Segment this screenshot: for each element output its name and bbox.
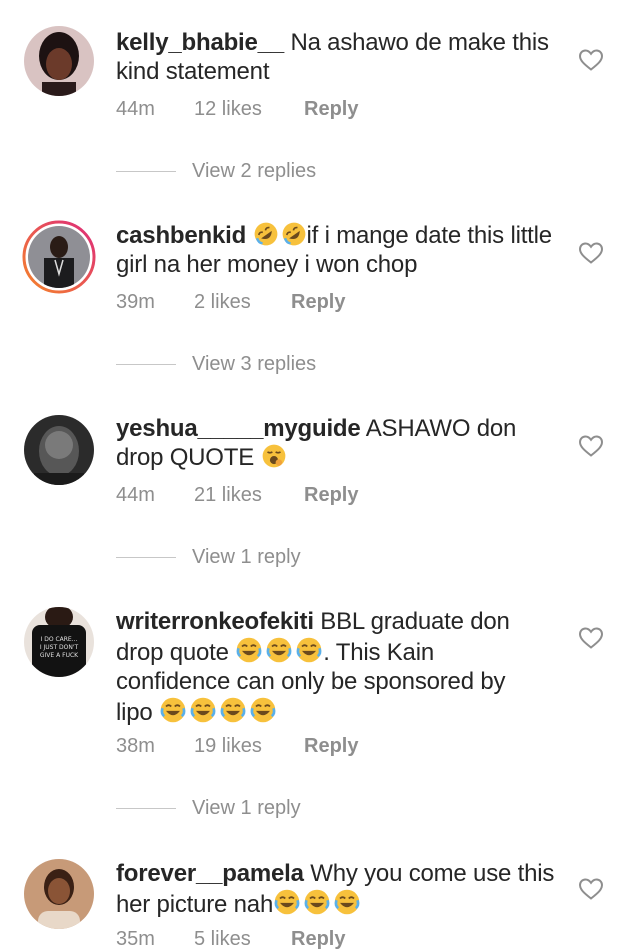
yawning-face-emoji-icon xyxy=(261,443,287,469)
comment-time: 35m xyxy=(116,928,155,950)
shirt-print: GIVE A FUCK xyxy=(40,652,79,659)
view-replies-label: View 1 reply xyxy=(192,546,301,568)
emoji-group xyxy=(273,888,361,916)
face-with-tears-of-joy-emoji-icon xyxy=(219,696,247,724)
reply-button[interactable]: Reply xyxy=(304,484,358,507)
like-heart-icon[interactable] xyxy=(578,434,604,458)
comment-time: 44m xyxy=(116,98,155,120)
view-replies-button[interactable]: View 2 replies xyxy=(116,160,316,183)
shirt-print: I DO CARE... xyxy=(41,636,78,643)
replies-divider xyxy=(116,364,176,365)
emoji-group xyxy=(235,636,323,664)
avatar-image xyxy=(24,859,94,929)
rolling-on-floor-laughing-emoji-icon xyxy=(281,221,307,247)
replies-divider xyxy=(116,171,176,172)
comment-username[interactable]: writerronkeofekiti xyxy=(116,608,314,635)
comment-time: 39m xyxy=(116,291,155,313)
like-heart-icon[interactable] xyxy=(578,241,604,265)
view-replies-label: View 2 replies xyxy=(192,160,317,182)
face-with-tears-of-joy-emoji-icon xyxy=(265,636,293,664)
emoji-group xyxy=(159,696,277,724)
comment-meta: 39m 2 likes Reply xyxy=(116,291,345,314)
replies-divider xyxy=(116,808,176,809)
face-with-tears-of-joy-emoji-icon xyxy=(273,888,301,916)
reply-button[interactable]: Reply xyxy=(304,98,358,121)
face-with-tears-of-joy-emoji-icon xyxy=(159,696,187,724)
like-heart-icon[interactable] xyxy=(578,48,604,72)
comment-time: 38m xyxy=(116,735,155,757)
face-with-tears-of-joy-emoji-icon xyxy=(333,888,361,916)
comment-likes[interactable]: 19 likes xyxy=(194,735,304,758)
view-replies-label: View 3 replies xyxy=(192,353,317,375)
comment-likes[interactable]: 2 likes xyxy=(194,291,291,314)
comment-time: 44m xyxy=(116,484,155,506)
comment-text: cashbenkid if i mange date this little g… xyxy=(116,221,556,279)
comment-meta: 38m 19 likes Reply xyxy=(116,735,358,758)
comment-text: writerronkeofekiti BBL graduate don drop… xyxy=(116,607,536,727)
avatar[interactable] xyxy=(24,415,94,485)
like-heart-icon[interactable] xyxy=(578,626,604,650)
rolling-on-floor-laughing-emoji-icon xyxy=(253,221,279,247)
avatar-image: I DO CARE... I JUST DON'T GIVE A FUCK xyxy=(24,607,94,677)
comment-meta: 44m 12 likes Reply xyxy=(116,98,358,121)
face-with-tears-of-joy-emoji-icon xyxy=(189,696,217,724)
view-replies-button[interactable]: View 3 replies xyxy=(116,353,316,376)
comment-likes[interactable]: 21 likes xyxy=(194,484,304,507)
comment-likes[interactable]: 12 likes xyxy=(194,98,304,121)
avatar-image xyxy=(24,26,94,96)
emoji-group xyxy=(253,221,307,247)
avatar-image xyxy=(24,415,94,485)
comment-username[interactable]: cashbenkid xyxy=(116,222,246,249)
view-replies-label: View 1 reply xyxy=(192,797,301,819)
reply-button[interactable]: Reply xyxy=(304,735,358,758)
face-with-tears-of-joy-emoji-icon xyxy=(235,636,263,664)
emoji-group xyxy=(261,443,287,469)
comment-text: yeshua_____myguide ASHAWO don drop QUOTE xyxy=(116,414,556,472)
avatar[interactable]: I DO CARE... I JUST DON'T GIVE A FUCK xyxy=(24,607,94,677)
comment-username[interactable]: forever__pamela xyxy=(116,860,304,887)
reply-button[interactable]: Reply xyxy=(291,928,345,951)
avatar-story-ring[interactable] xyxy=(22,220,96,294)
comment-meta: 44m 21 likes Reply xyxy=(116,484,358,507)
reply-button[interactable]: Reply xyxy=(291,291,345,314)
comment-username[interactable]: kelly_bhabie__ xyxy=(116,29,284,56)
comment-meta: 35m 5 likes Reply xyxy=(116,928,345,951)
shirt-print: I JUST DON'T xyxy=(40,644,79,651)
face-with-tears-of-joy-emoji-icon xyxy=(249,696,277,724)
avatar-image xyxy=(22,220,96,294)
comment-text: kelly_bhabie__ Na ashawo de make this ki… xyxy=(116,28,556,86)
avatar[interactable] xyxy=(24,26,94,96)
like-heart-icon[interactable] xyxy=(578,877,604,901)
avatar[interactable] xyxy=(24,859,94,929)
face-with-tears-of-joy-emoji-icon xyxy=(303,888,331,916)
replies-divider xyxy=(116,557,176,558)
view-replies-button[interactable]: View 1 reply xyxy=(116,546,301,569)
comment-username[interactable]: yeshua_____myguide xyxy=(116,415,361,442)
comment-likes[interactable]: 5 likes xyxy=(194,928,291,951)
view-replies-button[interactable]: View 1 reply xyxy=(116,797,301,820)
face-with-tears-of-joy-emoji-icon xyxy=(295,636,323,664)
comment-text: forever__pamela Why you come use this he… xyxy=(116,859,556,919)
